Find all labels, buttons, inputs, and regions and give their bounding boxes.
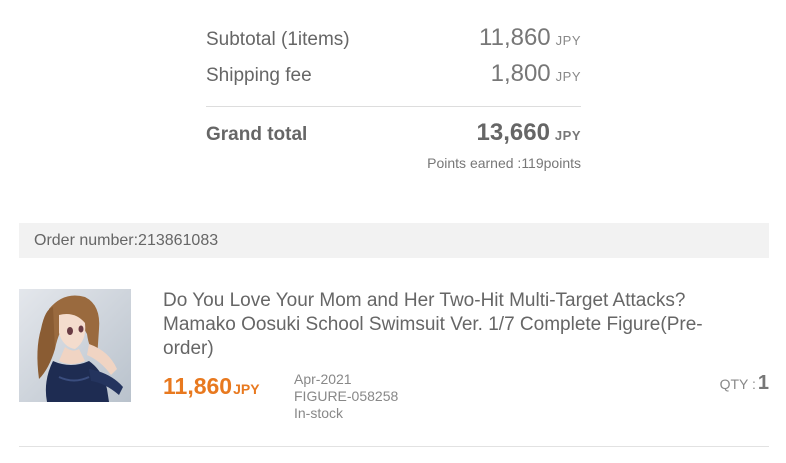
- product-title-link[interactable]: Do You Love Your Mom and Her Two-Hit Mul…: [163, 289, 743, 361]
- order-item: Do You Love Your Mom and Her Two-Hit Mul…: [19, 289, 769, 421]
- product-code: FIGURE-058258: [294, 388, 399, 404]
- order-number-bar: Order number:213861083: [19, 223, 769, 258]
- product-meta: Apr-2021 FIGURE-058258 In-stock: [294, 371, 398, 422]
- subtotal-currency: JPY: [555, 33, 581, 48]
- grand-total-currency: JPY: [554, 128, 581, 143]
- product-price: 11,860JPY: [163, 373, 260, 400]
- product-price-amount: 11,860: [163, 373, 233, 399]
- product-image-icon: [19, 289, 131, 402]
- shipping-row: Shipping fee 1,800 JPY: [206, 60, 581, 96]
- shipping-amount: 1,800: [490, 60, 551, 87]
- subtotal-label: Subtotal (1items): [206, 29, 350, 50]
- product-thumbnail[interactable]: [19, 289, 131, 402]
- points-earned: Points earned :119points: [427, 155, 581, 171]
- grand-total-row: Grand total 13,660 JPY: [206, 107, 581, 151]
- product-quantity: QTY :1: [720, 372, 769, 395]
- product-price-currency: JPY: [233, 381, 260, 397]
- grand-total-value: 13,660 JPY: [477, 119, 581, 147]
- grand-total-amount: 13,660: [476, 119, 550, 146]
- subtotal-value: 11,860 JPY: [479, 24, 581, 52]
- product-release-date: Apr-2021: [294, 371, 352, 387]
- item-divider: [19, 446, 769, 447]
- shipping-label: Shipping fee: [206, 65, 312, 86]
- product-stock-status: In-stock: [294, 405, 344, 421]
- quantity-label: QTY :: [719, 376, 756, 392]
- order-number: Order number:213861083: [34, 231, 219, 249]
- shipping-value: 1,800 JPY: [491, 60, 581, 88]
- subtotal-row: Subtotal (1items) 11,860 JPY: [206, 24, 581, 60]
- quantity-value: 1: [757, 372, 769, 394]
- grand-total-label: Grand total: [206, 124, 308, 145]
- shipping-currency: JPY: [555, 69, 581, 84]
- subtotal-amount: 11,860: [479, 24, 551, 51]
- order-summary: Subtotal (1items) 11,860 JPY Shipping fee…: [206, 24, 581, 171]
